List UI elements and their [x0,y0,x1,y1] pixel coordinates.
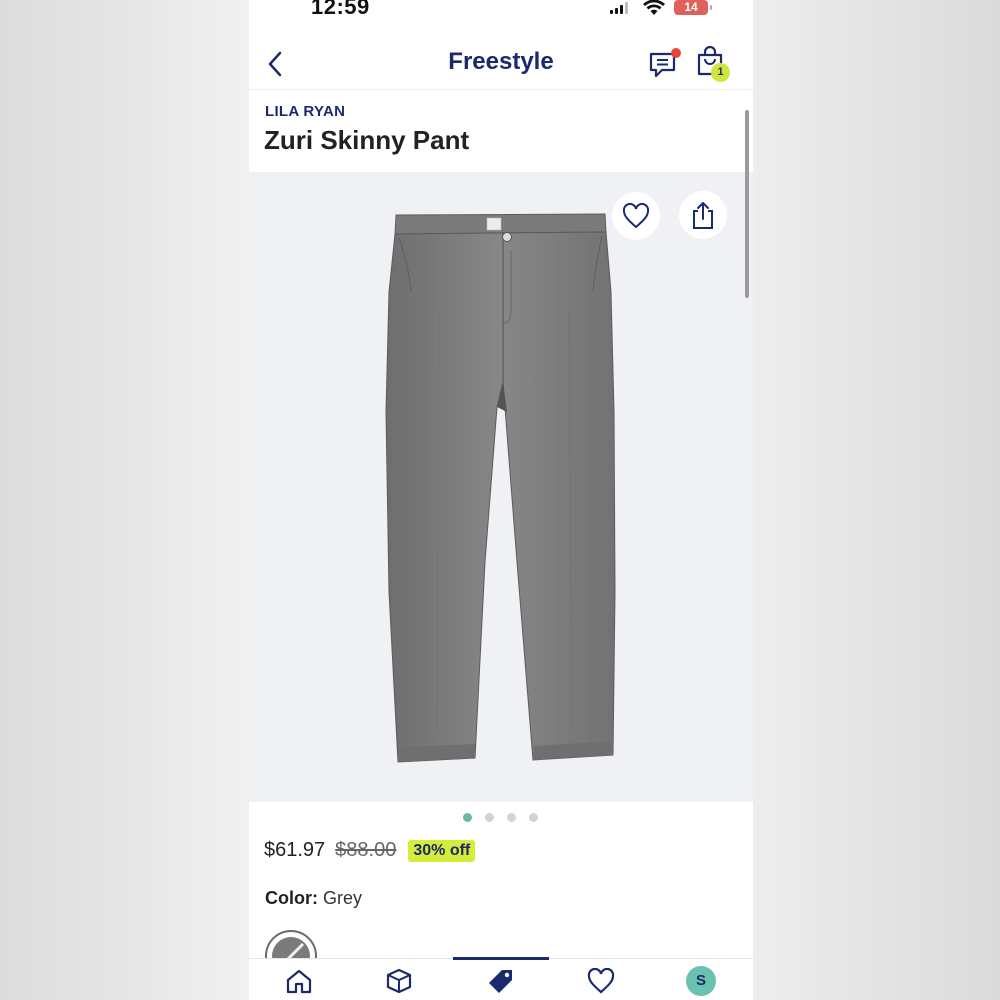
carousel-dot-1[interactable] [463,813,472,822]
product-name: Zuri Skinny Pant [264,125,470,155]
messages-button[interactable] [647,46,683,82]
original-price: $88.00 [335,839,397,861]
back-button[interactable] [261,48,289,80]
cellular-signal-icon [610,2,628,14]
favorite-button[interactable] [612,192,660,240]
home-icon [286,969,312,994]
status-bar: 12:59 14 [249,0,753,22]
tab-favorites[interactable] [581,965,621,997]
chevron-left-icon [268,51,282,77]
product-brand[interactable]: LILA RYAN [265,103,345,120]
color-value: Grey [323,888,363,908]
tab-home[interactable] [279,965,319,997]
tab-shop[interactable] [481,965,521,997]
image-carousel-indicator [463,813,538,822]
discount-badge: 30% off [408,839,476,862]
box-icon [386,968,412,994]
tag-icon [489,970,512,993]
product-image-pants [385,213,616,763]
share-button[interactable] [679,191,727,239]
carousel-dot-4[interactable] [529,813,538,822]
wifi-icon [643,0,665,15]
product-image-gallery[interactable] [249,172,753,802]
carousel-dot-3[interactable] [507,813,516,822]
heart-icon [587,968,615,994]
bottom-tab-bar: S [249,957,753,1000]
tab-fix[interactable] [379,965,419,997]
tab-account[interactable]: S [681,965,721,997]
sale-price: $61.97 [264,839,326,861]
heart-outline-icon [622,203,650,229]
price-row: $61.97 $88.00 30% off [264,839,476,862]
carousel-dot-2[interactable] [485,813,494,822]
battery-indicator: 14 [674,0,712,15]
status-time: 12:59 [311,0,370,19]
shopping-bag-button[interactable]: 1 [693,44,733,84]
notification-dot [671,48,681,58]
app-screen: 12:59 14 Freestyle 1 LILA RYAN Zuri Skin… [249,0,753,1000]
cart-count-badge: 1 [711,63,730,82]
selected-tab-indicator [453,957,549,960]
color-selection: Color: Grey [265,888,362,909]
top-nav-bar: Freestyle 1 [249,36,753,90]
color-label: Color: [265,888,318,908]
avatar: S [686,966,716,996]
scrollbar[interactable] [745,110,749,298]
share-icon [693,202,713,229]
